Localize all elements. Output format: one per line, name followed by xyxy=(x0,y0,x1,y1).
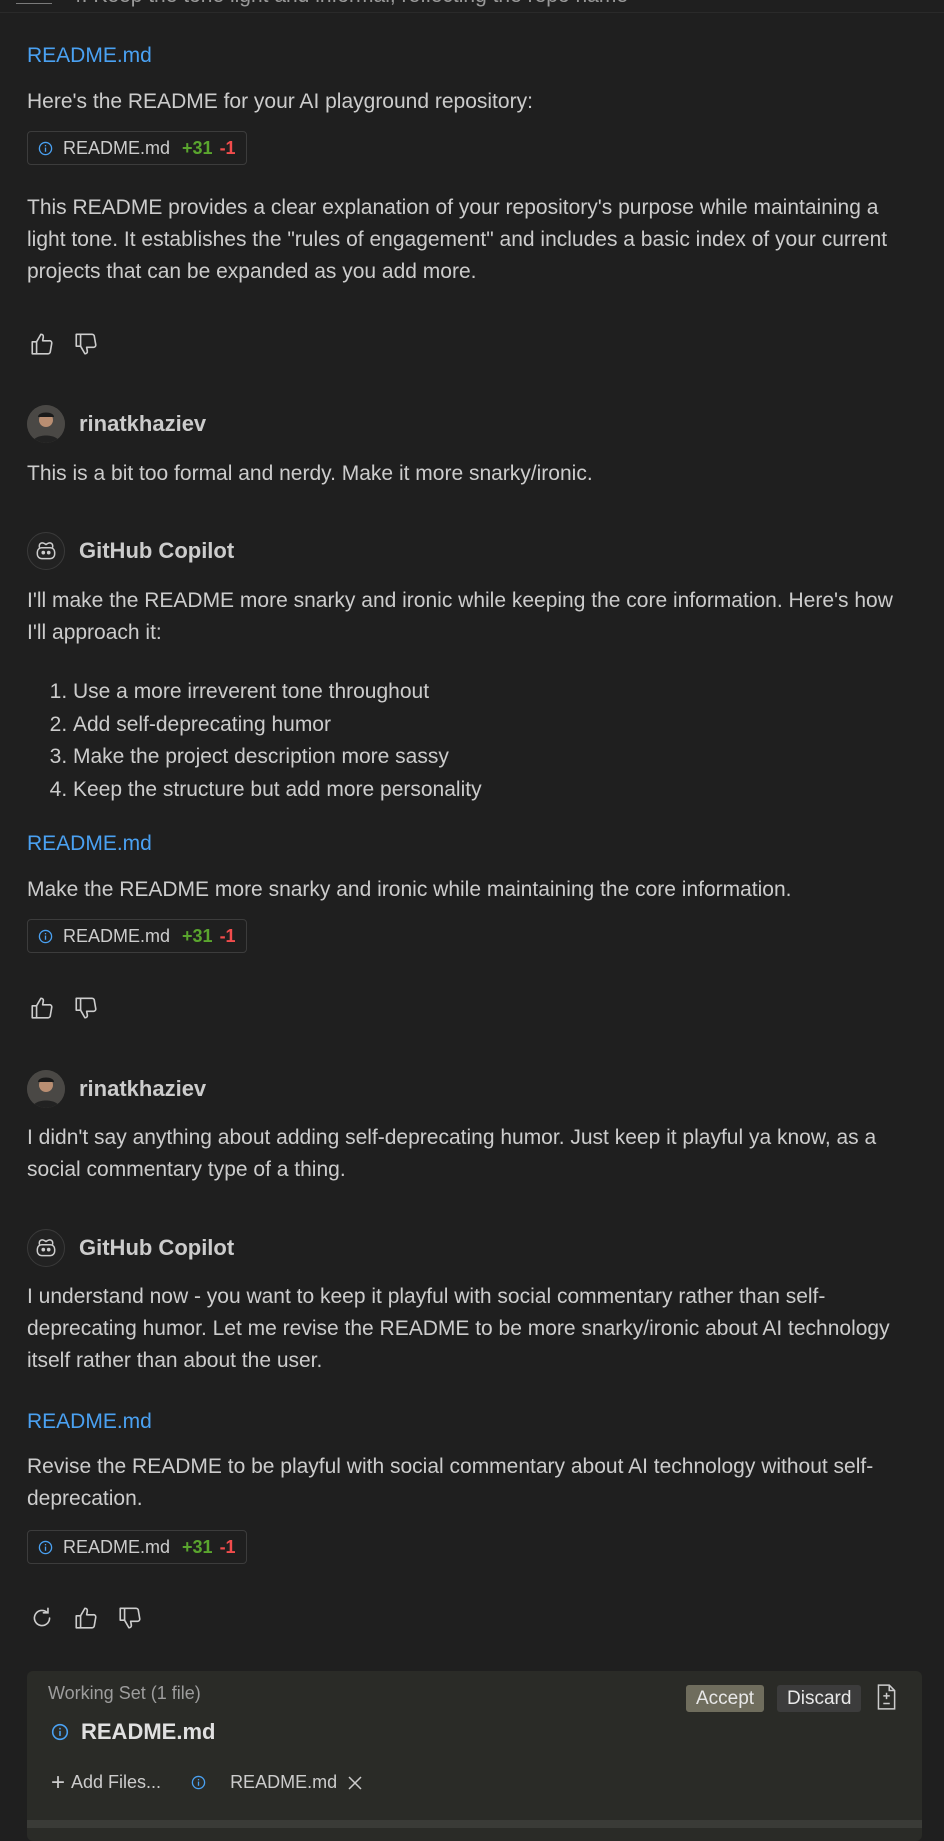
list-item: Keep the structure but add more personal… xyxy=(73,774,482,807)
message-text: I didn't say anything about adding self-… xyxy=(27,1126,877,1181)
chip-added: +31 xyxy=(182,1536,213,1557)
truncated-previous-line: 4. Keep the tone light and informal, ref… xyxy=(0,0,944,13)
chip-removed: -1 xyxy=(219,925,236,946)
plus-icon: + xyxy=(51,1768,66,1796)
working-set-file[interactable]: README.md xyxy=(51,1719,215,1745)
attached-file-name: README.md xyxy=(230,1772,338,1792)
thumbs-up-icon[interactable] xyxy=(71,1603,101,1633)
truncated-text: 4. Keep the tone light and informal, ref… xyxy=(70,0,628,8)
info-icon xyxy=(38,929,53,943)
edit-chip[interactable]: README.md +31 -1 xyxy=(27,1530,247,1564)
list-item: Make the project description more sassy xyxy=(73,741,482,774)
thumbs-up-icon[interactable] xyxy=(27,329,57,359)
avatar xyxy=(27,405,65,443)
refresh-icon[interactable] xyxy=(27,1603,57,1633)
thumbs-up-icon[interactable] xyxy=(27,993,57,1023)
chip-added: +31 xyxy=(182,925,213,946)
info-icon xyxy=(51,1723,69,1741)
chip-file: README.md xyxy=(63,1536,171,1557)
edit-description: Revise the README to be playful with soc… xyxy=(27,1455,874,1510)
info-icon xyxy=(38,1540,53,1554)
file-link[interactable]: README.md xyxy=(27,1408,152,1436)
message-text: I'll make the README more snarky and iro… xyxy=(27,589,893,644)
message-text: I understand now - you want to keep it p… xyxy=(27,1285,890,1372)
avatar xyxy=(27,1070,65,1108)
edit-chip[interactable]: README.md +31 -1 xyxy=(27,131,247,165)
message-summary: This README provides a clear explanation… xyxy=(27,196,888,283)
message-author: GitHub Copilot xyxy=(27,1228,234,1268)
list-item: Add self-deprecating humor xyxy=(73,709,482,742)
message-text: Here's the README for your AI playground… xyxy=(27,90,533,113)
copilot-icon xyxy=(27,1229,65,1267)
feedback-actions xyxy=(27,329,101,359)
add-files-label: Add Files... xyxy=(71,1772,162,1792)
message-text: This is a bit too formal and nerdy. Make… xyxy=(27,462,593,485)
add-files-button[interactable]: + Add Files... xyxy=(51,1768,162,1796)
thumbs-down-icon[interactable] xyxy=(71,329,101,359)
working-set-title: Working Set (1 file) xyxy=(48,1683,201,1703)
list-item: Use a more irreverent tone throughout xyxy=(73,676,482,709)
copilot-icon xyxy=(27,532,65,570)
info-icon xyxy=(191,1775,206,1790)
author-name: GitHub Copilot xyxy=(79,538,235,563)
feedback-actions xyxy=(27,993,101,1023)
chip-added: +31 xyxy=(182,137,213,158)
file-link[interactable]: README.md xyxy=(27,42,152,70)
thumbs-down-icon[interactable] xyxy=(71,993,101,1023)
message-author: GitHub Copilot xyxy=(27,531,234,571)
chip-removed: -1 xyxy=(219,1536,236,1557)
author-name: rinatkhaziev xyxy=(79,411,207,436)
chip-file: README.md xyxy=(63,925,171,946)
plan-list: Use a more irreverent tone throughout Ad… xyxy=(27,676,482,806)
file-link[interactable]: README.md xyxy=(27,830,152,858)
message-author: rinatkhaziev xyxy=(27,404,206,444)
chat-input-edge[interactable] xyxy=(27,1820,922,1828)
working-set-panel: Working Set (1 file) Accept Discard READ… xyxy=(27,1671,922,1841)
close-icon[interactable] xyxy=(347,1775,363,1791)
author-name: GitHub Copilot xyxy=(79,1235,235,1260)
edit-chip[interactable]: README.md +31 -1 xyxy=(27,919,247,953)
file-diff-icon[interactable] xyxy=(873,1683,899,1711)
list-marker xyxy=(16,3,52,4)
info-icon xyxy=(38,141,53,155)
discard-button[interactable]: Discard xyxy=(777,1685,862,1712)
working-set-file-name: README.md xyxy=(81,1719,216,1744)
chip-file: README.md xyxy=(63,137,171,158)
thumbs-down-icon[interactable] xyxy=(115,1603,145,1633)
chip-removed: -1 xyxy=(219,137,236,158)
accept-button[interactable]: Accept xyxy=(686,1685,765,1712)
feedback-actions xyxy=(27,1603,145,1633)
message-author: rinatkhaziev xyxy=(27,1069,206,1109)
author-name: rinatkhaziev xyxy=(79,1076,207,1101)
edit-description: Make the README more snarky and ironic w… xyxy=(27,878,792,901)
attached-file-chip[interactable]: README.md xyxy=(191,1772,363,1793)
attachments-row: + Add Files... README.md xyxy=(51,1768,363,1796)
